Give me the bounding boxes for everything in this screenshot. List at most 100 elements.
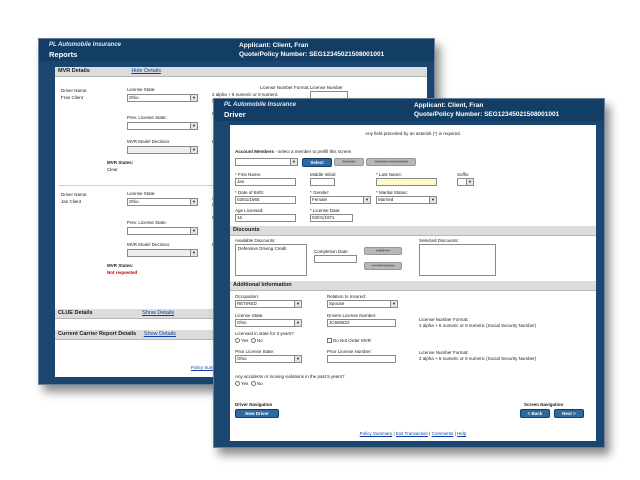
driver1-state-label: License State: — [127, 87, 156, 92]
license-number-label: Drivers License Number: — [327, 313, 377, 318]
dob-label: * Date of Birth: — [235, 190, 265, 195]
driver-content: Any field preceded by an asterisk (*) is… — [230, 125, 596, 441]
driver-window: PL Automobile Insurance Driver Applicant… — [213, 98, 605, 448]
driver1-states-value: Clear — [107, 167, 118, 172]
reports-page-title: Reports — [49, 50, 78, 59]
do-not-order-mvr: Do Not Order MVR — [327, 338, 371, 344]
reports-quote-number: Quote/Policy Number: SEG1234502150800100… — [239, 50, 385, 58]
gender-label: * Gender: — [310, 190, 330, 195]
screen-navigation-label: Screen Navigation — [524, 402, 564, 407]
account-members-label: Account Members - select a member to pre… — [235, 149, 352, 154]
mvr-col-number: License Number — [310, 85, 343, 90]
remove-discount-button[interactable]: << Remove — [364, 262, 402, 270]
mvr-col-format: License Number Format: — [260, 85, 310, 90]
license-state-select[interactable]: Ohio — [235, 319, 302, 327]
driver2-prev-state-select[interactable] — [127, 227, 198, 235]
driver-applicant: Applicant: Client, Fran — [414, 102, 484, 109]
prior-format-label: License Number Format: — [419, 350, 469, 355]
exit-transaction-link[interactable]: Exit Transaction — [396, 431, 428, 436]
driver2-states-value: Not requested — [107, 270, 138, 275]
driver-header: PL Automobile Insurance Driver Applicant… — [214, 99, 604, 121]
prior-number-field[interactable] — [327, 355, 396, 363]
driver2-decision-select[interactable] — [127, 249, 198, 257]
license-date-label: * License Date: — [310, 208, 341, 213]
suffix-label: Suffix: — [457, 172, 470, 177]
middle-initial-label: Middle Initial: — [310, 172, 337, 177]
driver2-name-label: Driver Name: — [61, 192, 88, 197]
prior-state-label: Prior License State: — [235, 349, 275, 354]
account-member-select[interactable] — [235, 158, 298, 166]
driver2-prev-state-label: Prev. License State: — [127, 220, 167, 225]
occupation-select[interactable]: RETIRED — [235, 300, 302, 308]
license-date-field[interactable]: 03/01/1971 — [310, 214, 353, 222]
back-button[interactable]: < Back — [520, 409, 550, 418]
driver1-states-label: MVR States: — [107, 160, 134, 165]
driver1-format-text: 2 alpha + 6 numeric or 9 numeric — [212, 92, 278, 97]
driver-navigation-label: Driver Navigation — [235, 402, 273, 407]
carrier-show-details-link[interactable]: Show Details — [144, 331, 176, 337]
accidents-question: Any accidents or moving violations in th… — [235, 374, 345, 379]
licensed-3yrs-no-radio[interactable] — [250, 338, 256, 344]
first-name-field[interactable]: Jan — [235, 178, 296, 186]
driver1-prev-state-select[interactable] — [127, 122, 198, 130]
license-state-label: License State: — [235, 313, 264, 318]
discounts-section-header: Discounts — [230, 226, 596, 236]
reports-header: PL Automobile Insurance Reports Applican… — [39, 39, 434, 61]
license-format-text: 2 alpha + 6 numeric or 9 numeric (Social… — [419, 323, 537, 328]
occupation-label: Occupation: — [235, 294, 260, 299]
prior-state-select[interactable]: Ohio — [235, 355, 302, 363]
select-member-button[interactable]: Select — [302, 158, 332, 167]
next-button[interactable]: Next > — [554, 409, 584, 418]
reports-applicant: Applicant: Client, Fran — [239, 42, 309, 49]
relation-select[interactable]: Spouse — [327, 300, 398, 308]
age-licensed-field[interactable]: 16 — [235, 214, 296, 222]
driver-app-name: PL Automobile Insurance — [224, 102, 297, 108]
completion-date-label: Completion Date: — [314, 249, 349, 254]
update-selected-button[interactable]: Update Selected — [366, 158, 416, 166]
selected-discounts-label: Selected Discounts: — [419, 238, 459, 243]
mvr-section-header: MVR Details Hide Details — [55, 67, 427, 77]
last-name-label: * Last Name: — [376, 172, 403, 177]
help-link[interactable]: Help — [457, 431, 466, 436]
driver1-decision-label: MVR Model Decision: — [127, 139, 171, 144]
prior-number-label: Prior License Number: — [327, 349, 372, 354]
driver1-prev-state-label: Prev. License State: — [127, 115, 167, 120]
delete-member-button[interactable]: Delete — [334, 158, 364, 166]
licensed-3yrs-yes-radio[interactable] — [235, 338, 240, 344]
age-licensed-label: Age Licensed: — [235, 208, 264, 213]
driver-page-title: Driver — [224, 110, 246, 119]
hide-details-link[interactable]: Hide Details — [131, 68, 161, 74]
completion-date-field[interactable] — [314, 255, 357, 263]
comments-link[interactable]: Comments — [432, 431, 454, 436]
driver2-state-label: License State: — [127, 191, 156, 196]
accidents-yes-radio[interactable] — [235, 381, 240, 387]
driver2-states-label: MVR States: — [107, 263, 134, 268]
marital-status-select[interactable]: Married — [376, 196, 437, 204]
clue-show-details-link[interactable]: Show Details — [142, 310, 174, 316]
driver1-name: Fran Client — [61, 95, 84, 100]
driver1-license-state-select[interactable]: Ohio — [127, 94, 198, 102]
available-discounts-list[interactable]: Defensive Driving Credit — [235, 244, 307, 276]
accidents-radios: Yes No — [235, 381, 263, 387]
new-driver-button[interactable]: New Driver — [235, 409, 279, 418]
licensed-3yrs-label: Licensed in state for 3 years? — [235, 331, 294, 336]
reports-app-name: PL Automobile Insurance — [49, 42, 122, 48]
policy-summary-link[interactable]: Policy Summary — [360, 431, 393, 436]
additional-info-section-header: Additional Information — [230, 281, 596, 291]
license-number-field[interactable]: JC585823 — [327, 319, 396, 327]
discount-option[interactable]: Defensive Driving Credit — [238, 246, 287, 251]
add-discount-button[interactable]: Add >> — [364, 247, 402, 255]
driver1-decision-select[interactable] — [127, 146, 198, 154]
suffix-select[interactable] — [457, 178, 474, 186]
driver2-decision-label: MVR Model Decision: — [127, 242, 171, 247]
dob-field[interactable]: 03/01/1965 — [235, 196, 296, 204]
licensed-3yrs-radios: Yes No — [235, 338, 263, 344]
last-name-field[interactable] — [376, 178, 437, 186]
required-note: Any field preceded by an asterisk (*) is… — [365, 131, 461, 136]
middle-initial-field[interactable] — [310, 178, 335, 186]
accidents-no-radio[interactable] — [250, 381, 256, 387]
gender-select[interactable]: Female — [310, 196, 371, 204]
driver2-license-state-select[interactable]: Ohio — [127, 198, 198, 206]
do-not-order-mvr-checkbox[interactable] — [327, 338, 332, 344]
selected-discounts-list[interactable] — [419, 244, 496, 276]
